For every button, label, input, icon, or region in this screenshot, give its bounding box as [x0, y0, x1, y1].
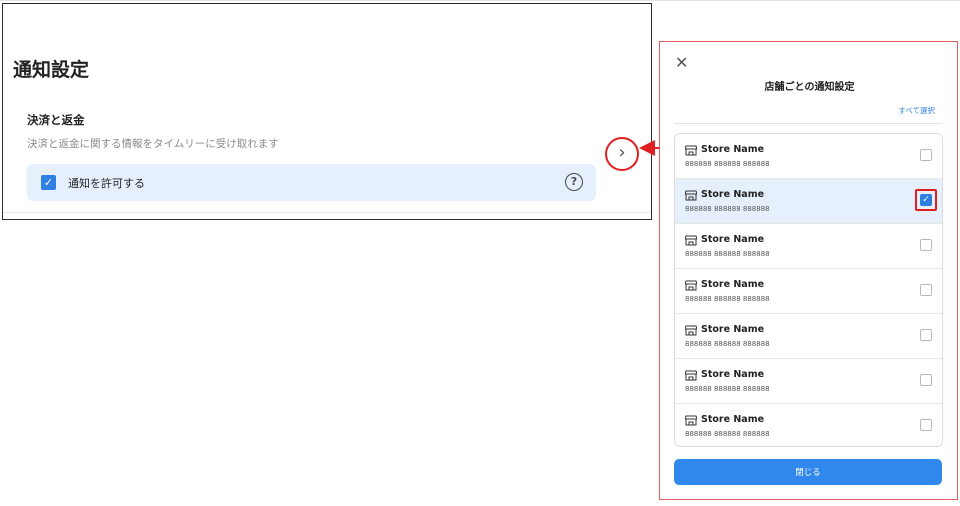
store-item[interactable]: Store Name 888888 888888 888888 ✓: [675, 179, 942, 224]
close-button[interactable]: 閉じる: [674, 459, 942, 485]
store-checkbox[interactable]: [920, 149, 932, 161]
store-item[interactable]: Store Name 888888 888888 888888: [675, 224, 942, 269]
store-name: Store Name: [701, 324, 765, 335]
store-code: 888888 888888 888888: [685, 160, 770, 168]
store-icon: [685, 145, 697, 156]
store-checkbox[interactable]: [920, 239, 932, 251]
store-icon: [685, 280, 697, 291]
store-name: Store Name: [701, 279, 765, 290]
divider: [674, 123, 943, 124]
store-item[interactable]: Store Name 888888 888888 888888: [675, 269, 942, 314]
store-code: 888888 888888 888888: [685, 340, 770, 348]
store-name: Store Name: [701, 234, 765, 245]
store-checkbox[interactable]: [920, 329, 932, 341]
page-title: 通知設定: [13, 59, 90, 81]
store-checkbox[interactable]: [920, 284, 932, 296]
store-item[interactable]: Store Name 888888 888888 888888: [675, 134, 942, 179]
section-description: 決済と返金に関する情報をタイムリーに受け取れます: [27, 138, 279, 150]
store-item[interactable]: Store Name 888888 888888 888888: [675, 404, 942, 446]
store-name: Store Name: [701, 369, 765, 380]
modal-title: 店舗ごとの通知設定: [764, 82, 855, 93]
store-icon: [685, 325, 697, 336]
store-name: Store Name: [701, 144, 765, 155]
store-item[interactable]: Store Name 888888 888888 888888: [675, 314, 942, 359]
store-name: Store Name: [701, 414, 765, 425]
store-icon: [685, 415, 697, 426]
store-code: 888888 888888 888888: [685, 385, 770, 393]
divider: [3, 212, 651, 213]
store-icon: [685, 370, 697, 381]
store-code: 888888 888888 888888: [685, 295, 770, 303]
allow-notification-row[interactable]: ✓ 通知を許可する ?: [27, 164, 596, 201]
store-icon: [685, 190, 697, 201]
section-title: 決済と返金: [27, 113, 85, 127]
notification-settings-card: 通知設定 決済と返金 決済と返金に関する情報をタイムリーに受け取れます ✓ 通知…: [2, 3, 652, 220]
store-code: 888888 888888 888888: [685, 430, 770, 438]
store-icon: [685, 235, 697, 246]
top-border: [0, 0, 960, 1]
store-notification-modal: ✕ 店舗ごとの通知設定 すべて選択 Store Name 888888 8888…: [659, 41, 958, 500]
store-list: Store Name 888888 888888 888888 Store Na…: [674, 133, 943, 447]
checkbox-highlight: [915, 189, 937, 211]
allow-notification-label: 通知を許可する: [68, 177, 145, 190]
chevron-right-icon[interactable]: ›: [605, 137, 639, 171]
store-name: Store Name: [701, 189, 765, 200]
store-checkbox[interactable]: [920, 419, 932, 431]
store-code: 888888 888888 888888: [685, 250, 770, 258]
close-icon[interactable]: ✕: [675, 55, 689, 71]
store-item[interactable]: Store Name 888888 888888 888888: [675, 359, 942, 404]
select-all-link[interactable]: すべて選択: [898, 105, 935, 116]
question-circle-icon[interactable]: ?: [565, 173, 583, 191]
allow-notification-checkbox[interactable]: ✓: [41, 175, 56, 190]
store-code: 888888 888888 888888: [685, 205, 770, 213]
store-checkbox[interactable]: [920, 374, 932, 386]
